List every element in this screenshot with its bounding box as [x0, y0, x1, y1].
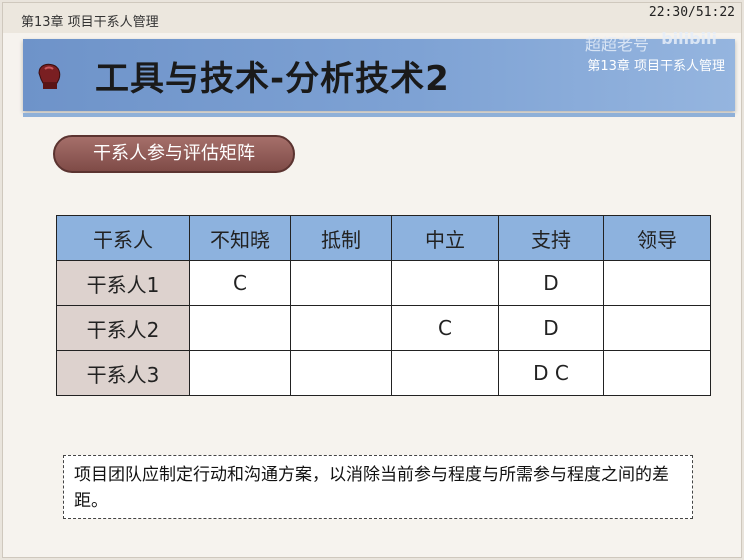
engagement-matrix-table: 干系人 不知晓 抵制 中立 支持 领导 干系人1 C D 干系人2 C D 干系…: [56, 215, 711, 396]
table-cell: D C: [498, 350, 604, 396]
chapter-label: 第13章 项目干系人管理: [21, 15, 159, 30]
table-cell: D: [498, 260, 604, 306]
table-cell: [603, 260, 711, 306]
table-row: 干系人2 C D: [56, 305, 711, 351]
top-bar: 第13章 项目干系人管理 22:30/51:22: [3, 3, 741, 33]
table-cell: [189, 350, 291, 396]
row-header: 干系人3: [56, 350, 190, 396]
table-cell: C: [189, 260, 291, 306]
table-cell: [603, 305, 711, 351]
table-header-row: 干系人 不知晓 抵制 中立 支持 领导: [56, 215, 711, 261]
header-stakeholder: 干系人: [56, 215, 190, 261]
header-leading: 领导: [603, 215, 711, 261]
header-neutral: 中立: [391, 215, 499, 261]
header-resistant: 抵制: [290, 215, 392, 261]
slide-title: 工具与技术-分析技术2: [95, 59, 450, 99]
header-unaware: 不知晓: [189, 215, 291, 261]
table-cell: [391, 260, 499, 306]
header-supportive: 支持: [498, 215, 604, 261]
title-banner: 工具与技术-分析技术2 超超老号 bilibili 第13章 项目干系人管理: [23, 29, 735, 117]
table-cell: D: [498, 305, 604, 351]
row-header: 干系人2: [56, 305, 190, 351]
table-cell: [290, 305, 392, 351]
table-cell: [189, 305, 291, 351]
slide: 第13章 项目干系人管理 22:30/51:22 工具与技术-分析技术2 超超老…: [2, 2, 742, 558]
table-cell: [603, 350, 711, 396]
playback-timer: 22:30/51:22: [648, 5, 735, 20]
table-cell: [391, 350, 499, 396]
table-row: 干系人3 D C: [56, 350, 711, 396]
banner-divider: [23, 113, 735, 117]
boxing-glove-icon: [38, 63, 61, 89]
table-cell: C: [391, 305, 499, 351]
table-cell: [290, 260, 392, 306]
section-pill: 干系人参与评估矩阵: [53, 135, 295, 173]
table-row: 干系人1 C D: [56, 260, 711, 306]
watermark-text: 超超老号: [584, 35, 649, 54]
note-box: 项目团队应制定行动和沟通方案，以消除当前参与程度与所需参与程度之间的差距。: [63, 455, 693, 519]
banner-chapter-label: 第13章 项目干系人管理: [587, 59, 725, 74]
table-cell: [290, 350, 392, 396]
row-header: 干系人1: [56, 260, 190, 306]
bilibili-logo: bilibili: [661, 29, 717, 48]
